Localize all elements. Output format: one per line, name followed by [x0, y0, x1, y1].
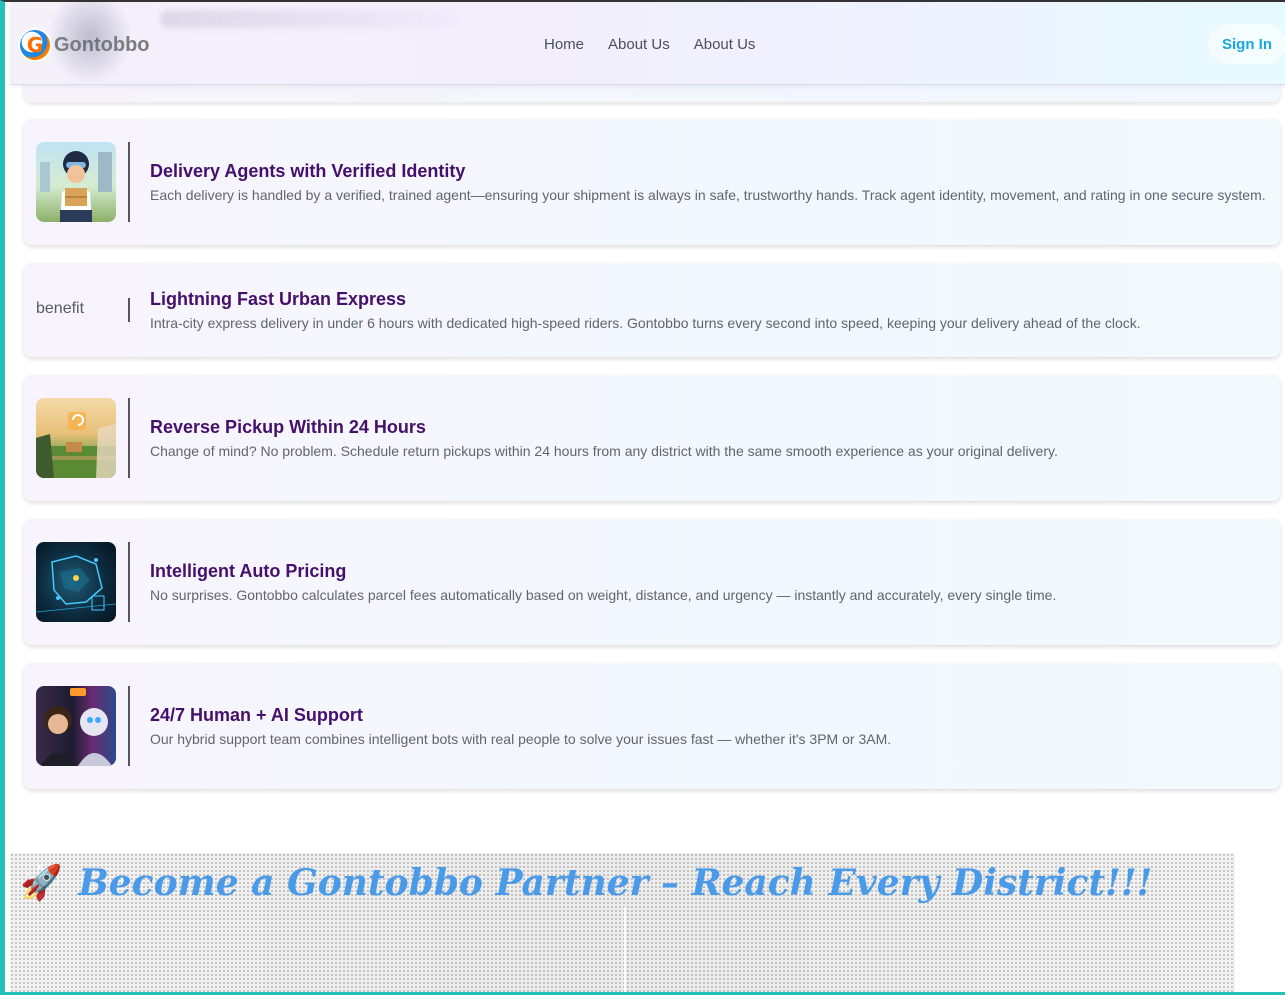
feature-card-verified-agents: Delivery Agents with Verified Identity E…: [24, 119, 1280, 245]
nav-home-link[interactable]: Home: [544, 34, 584, 55]
rocket-icon: 🚀: [20, 863, 63, 903]
card-description: Intra-city express delivery in under 6 h…: [150, 315, 1141, 331]
navbar: G Gontobbo Home About Us About Us Sign I…: [10, 2, 1285, 85]
card-title: 24/7 Human + AI Support: [150, 705, 363, 725]
sign-in-button[interactable]: Sign In: [1208, 24, 1285, 64]
card-title: Delivery Agents with Verified Identity: [150, 161, 466, 181]
nav-about-link-2[interactable]: About Us: [694, 34, 756, 55]
feature-card-auto-pricing: Intelligent Auto Pricing No surprises. G…: [24, 519, 1280, 645]
faded-overlay-text: [160, 10, 460, 28]
card-description: Change of mind? No problem. Schedule ret…: [150, 443, 1058, 459]
card-divider: [128, 298, 130, 322]
feature-card-reverse-pickup: Reverse Pickup Within 24 Hours Change of…: [24, 375, 1280, 501]
delivery-agent-image: [36, 142, 116, 222]
card-divider: [128, 686, 130, 766]
card-description: Our hybrid support team combines intelli…: [150, 731, 892, 747]
delivery-agent-illustration: [40, 151, 112, 222]
card-description: Each delivery is handled by a verified, …: [150, 187, 1266, 203]
partner-banner-title: 🚀 Become a Gontobbo Partner – Reach Ever…: [20, 857, 1152, 909]
brand-name: Gontobbo: [54, 33, 150, 56]
partner-banner-text: Become a Gontobbo Partner – Reach Every …: [78, 862, 1153, 904]
card-title: Intelligent Auto Pricing: [150, 561, 347, 581]
support-image: [36, 686, 116, 766]
reverse-pickup-image: [36, 398, 116, 478]
browser-frame: Delivery Agents with Verified Identity E…: [0, 0, 1285, 995]
card-title: Lightning Fast Urban Express: [150, 289, 407, 309]
auto-pricing-image: [36, 542, 116, 622]
card-title: Reverse Pickup Within 24 Hours: [150, 417, 426, 437]
nav-about-link[interactable]: About Us: [608, 34, 670, 55]
banner-divider: [624, 907, 626, 992]
card-divider: [128, 142, 130, 222]
reverse-pickup-illustration: [36, 412, 116, 478]
pricing-map-illustration: [36, 555, 116, 613]
card-divider: [128, 398, 130, 478]
card-description: No surprises. Gontobbo calculates parcel…: [150, 587, 1057, 603]
card-divider: [128, 542, 130, 622]
feature-card-urban-express: benefit Lightning Fast Urban Express Int…: [24, 263, 1280, 357]
gontobbo-logo-icon: G: [20, 30, 50, 60]
nav-links: Home About Us About Us: [544, 34, 779, 55]
feature-card-support: 24/7 Human + AI Support Our hybrid suppo…: [24, 663, 1280, 789]
brand-logo-link[interactable]: G Gontobbo: [20, 29, 150, 61]
broken-image-alt-text: benefit: [36, 300, 85, 317]
support-illustration: [40, 688, 112, 766]
